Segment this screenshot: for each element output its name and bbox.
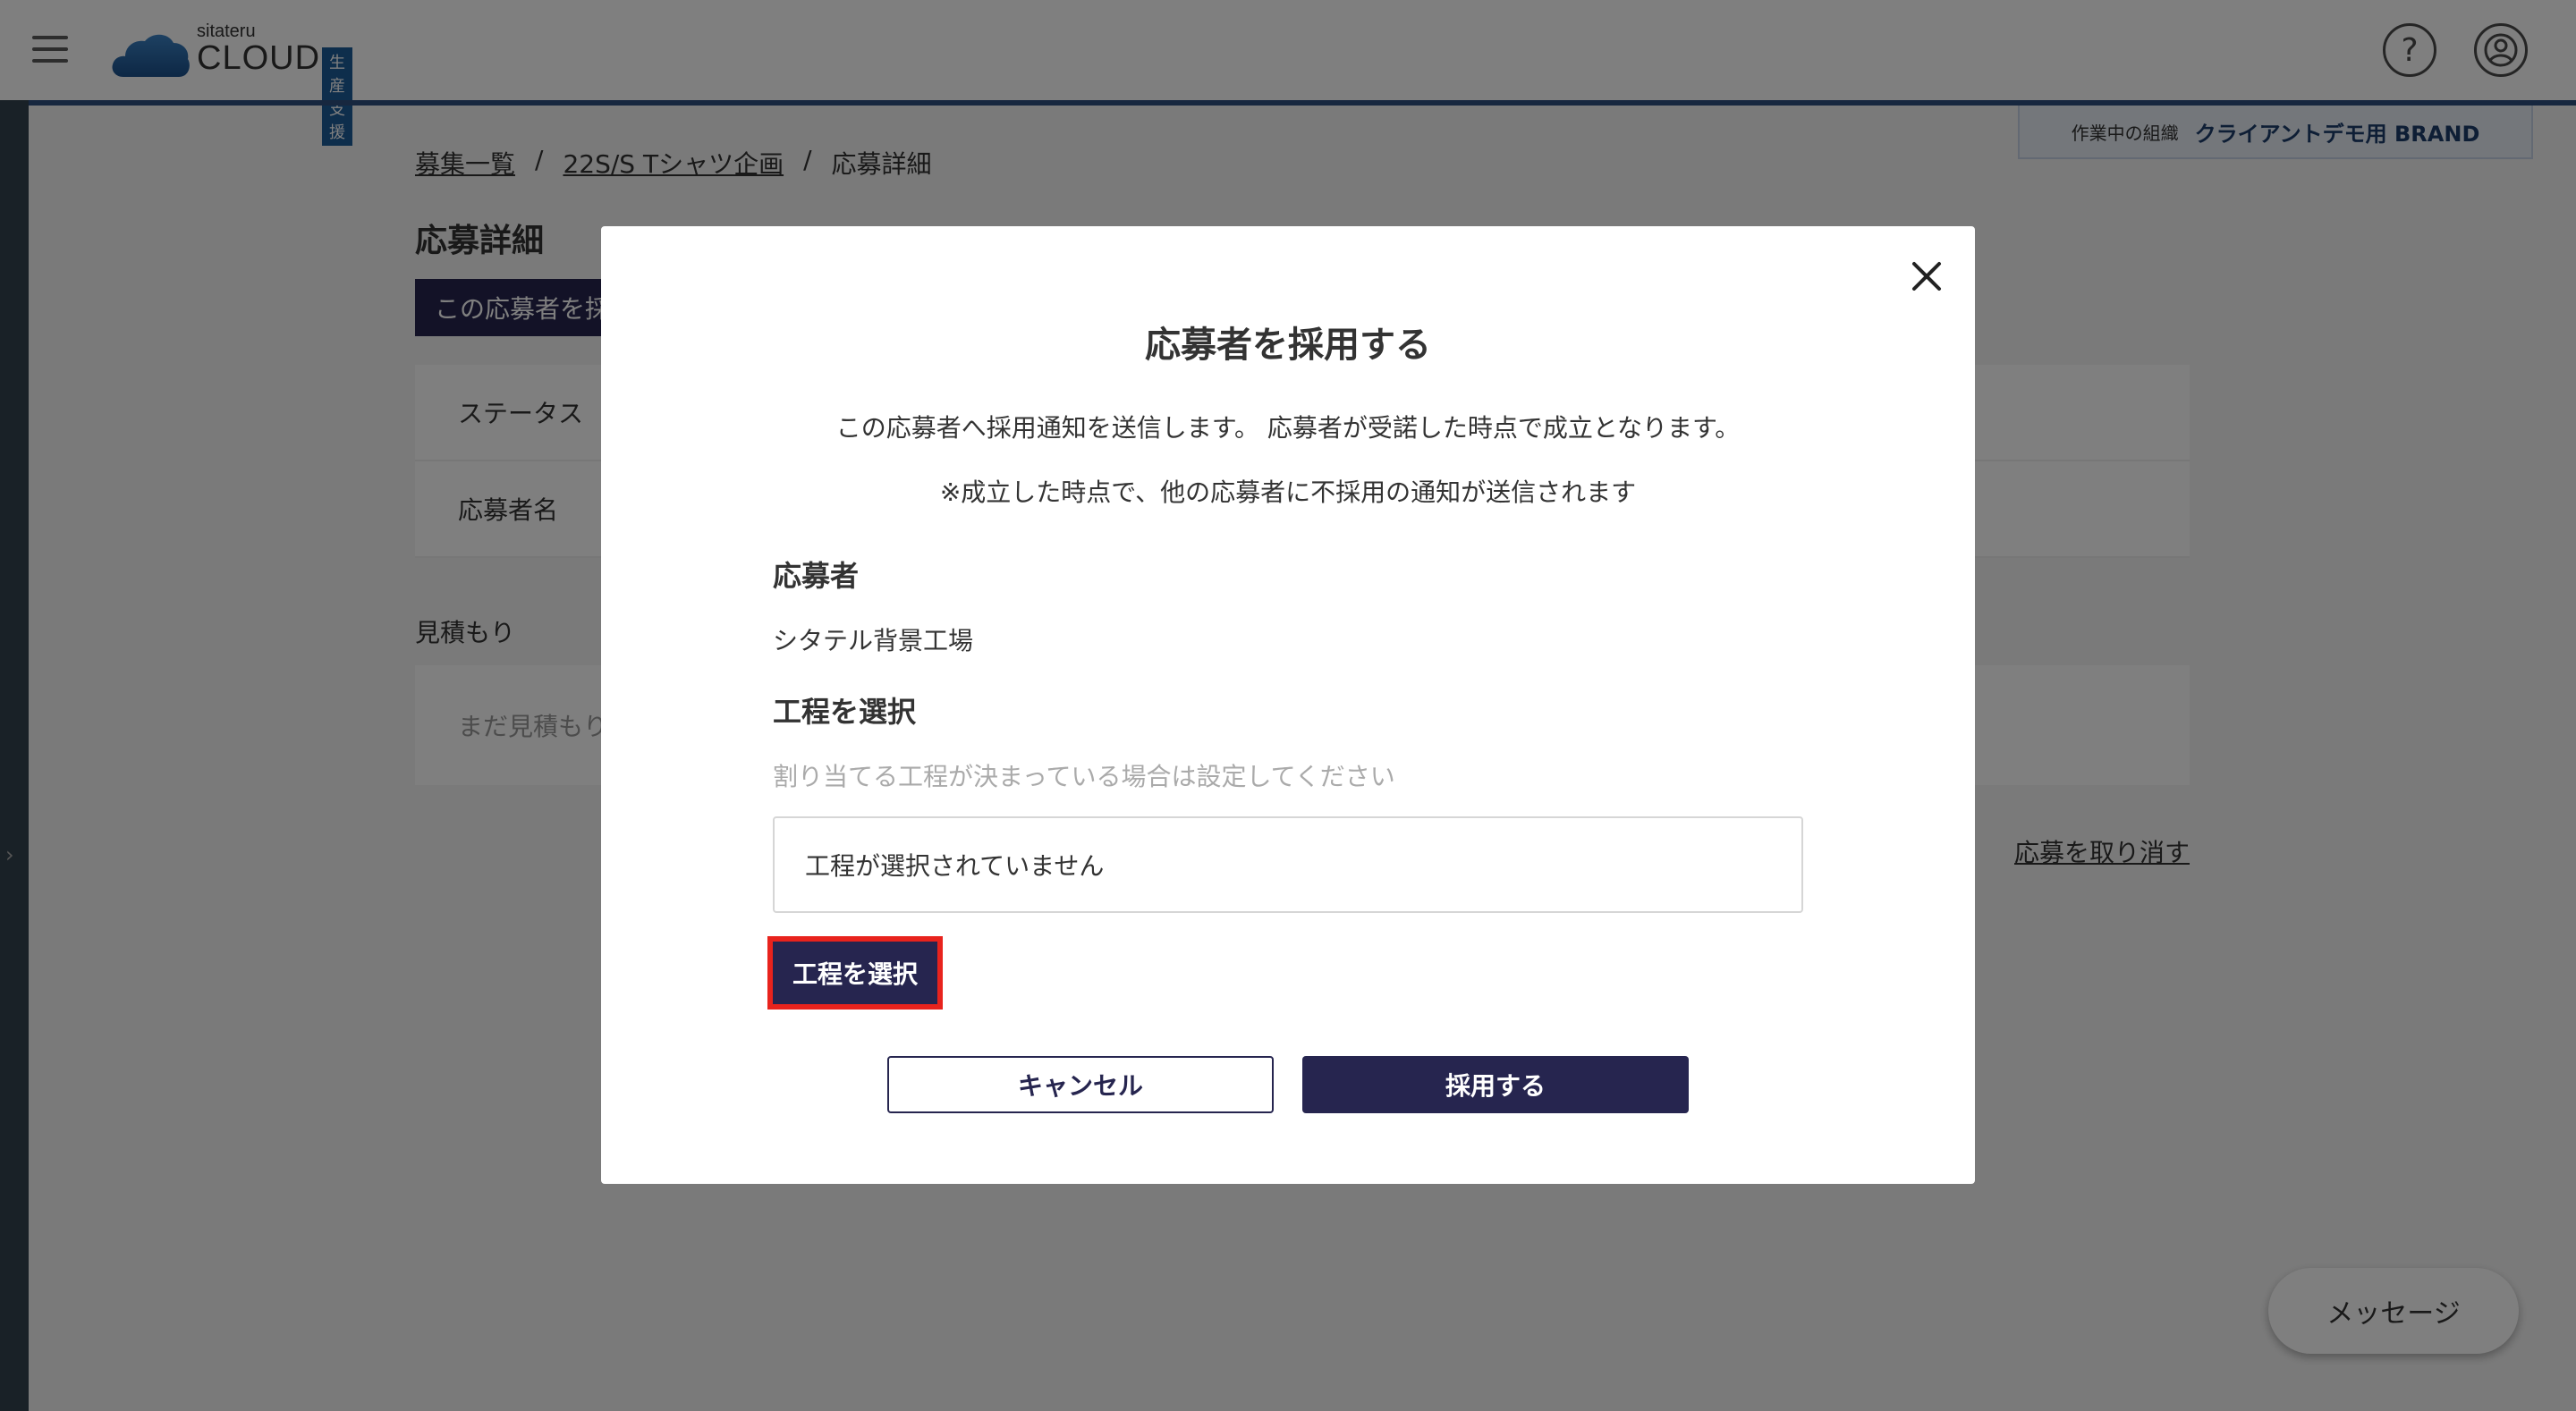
adopt-applicant-modal: 応募者を採用する この応募者へ採用通知を送信します。 応募者が受諾した時点で成立… — [601, 226, 1975, 1184]
cancel-button[interactable]: キャンセル — [887, 1056, 1274, 1113]
process-heading: 工程を選択 — [773, 695, 917, 729]
modal-description: この応募者へ採用通知を送信します。 応募者が受諾した時点で成立となります。 — [835, 413, 1741, 443]
process-hint: 割り当てる工程が決まっている場合は設定してください — [773, 762, 1395, 791]
select-process-button[interactable]: 工程を選択 — [767, 936, 943, 1010]
modal-title: 応募者を採用する — [1145, 325, 1431, 366]
close-icon[interactable] — [1907, 257, 1946, 296]
selected-process-field: 工程が選択されていません — [773, 816, 1803, 913]
selected-process-value: 工程が選択されていません — [805, 851, 1105, 881]
applicant-heading: 応募者 — [773, 559, 860, 593]
adopt-button[interactable]: 採用する — [1302, 1056, 1689, 1113]
applicant-name: シタテル背景工場 — [773, 626, 974, 655]
modal-note: ※成立した時点で、他の応募者に不採用の通知が送信されます — [939, 477, 1637, 507]
